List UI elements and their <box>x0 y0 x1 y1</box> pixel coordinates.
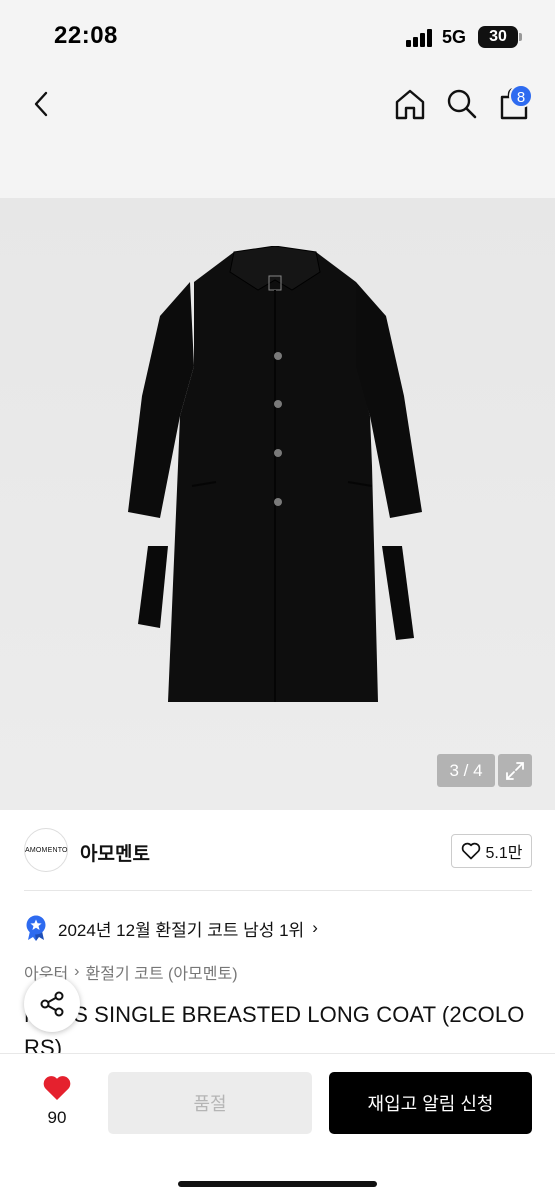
top-nav <box>0 72 555 198</box>
share-button[interactable] <box>24 976 80 1032</box>
search-button[interactable] <box>442 84 482 124</box>
breadcrumb-subcategory[interactable]: 환절기 코트 (아모멘토) <box>86 960 238 984</box>
expand-icon <box>506 761 524 780</box>
product-image[interactable] <box>0 198 555 810</box>
coat-image <box>128 246 422 702</box>
ranking-text: 2024년 12월 환절기 코트 남성 1위 <box>58 920 305 940</box>
image-counter: 3 / 4 <box>437 754 495 787</box>
chevron-right-icon: › <box>312 918 318 937</box>
heart-outline-icon <box>461 842 480 860</box>
ranking-link[interactable]: 2024년 12월 환절기 코트 남성 1위 › <box>24 914 532 942</box>
signal-icon <box>406 29 434 47</box>
brand-logo[interactable]: AMOMENTO <box>24 828 68 872</box>
brand-row: AMOMENTO 아모멘토 5.1만 <box>0 810 555 892</box>
soldout-button[interactable]: 품절 <box>108 1072 312 1134</box>
brand-like-button[interactable]: 5.1만 <box>451 834 532 868</box>
restock-alert-button[interactable]: 재입고 알림 신청 <box>329 1072 532 1134</box>
home-icon <box>395 89 425 120</box>
home-indicator <box>178 1181 377 1187</box>
back-button[interactable] <box>24 86 60 122</box>
battery-icon: 30 <box>478 26 522 48</box>
home-button[interactable] <box>390 84 430 124</box>
brand-like-count: 5.1만 <box>485 845 523 862</box>
status-bar: 22:08 5G 30 <box>0 0 555 72</box>
network-label: 5G <box>442 27 467 47</box>
cart-badge: 8 <box>509 84 533 108</box>
heart-filled-icon[interactable] <box>42 1074 72 1102</box>
medal-icon <box>26 915 46 941</box>
share-icon <box>40 991 64 1017</box>
brand-name[interactable]: 아모멘토 <box>80 839 150 866</box>
wish-count: 90 <box>47 1108 67 1127</box>
divider <box>24 890 532 891</box>
status-time: 22:08 <box>54 22 118 49</box>
search-icon <box>447 89 477 119</box>
expand-button[interactable] <box>498 754 532 787</box>
back-icon <box>34 91 48 117</box>
breadcrumb-separator: › <box>74 963 80 980</box>
